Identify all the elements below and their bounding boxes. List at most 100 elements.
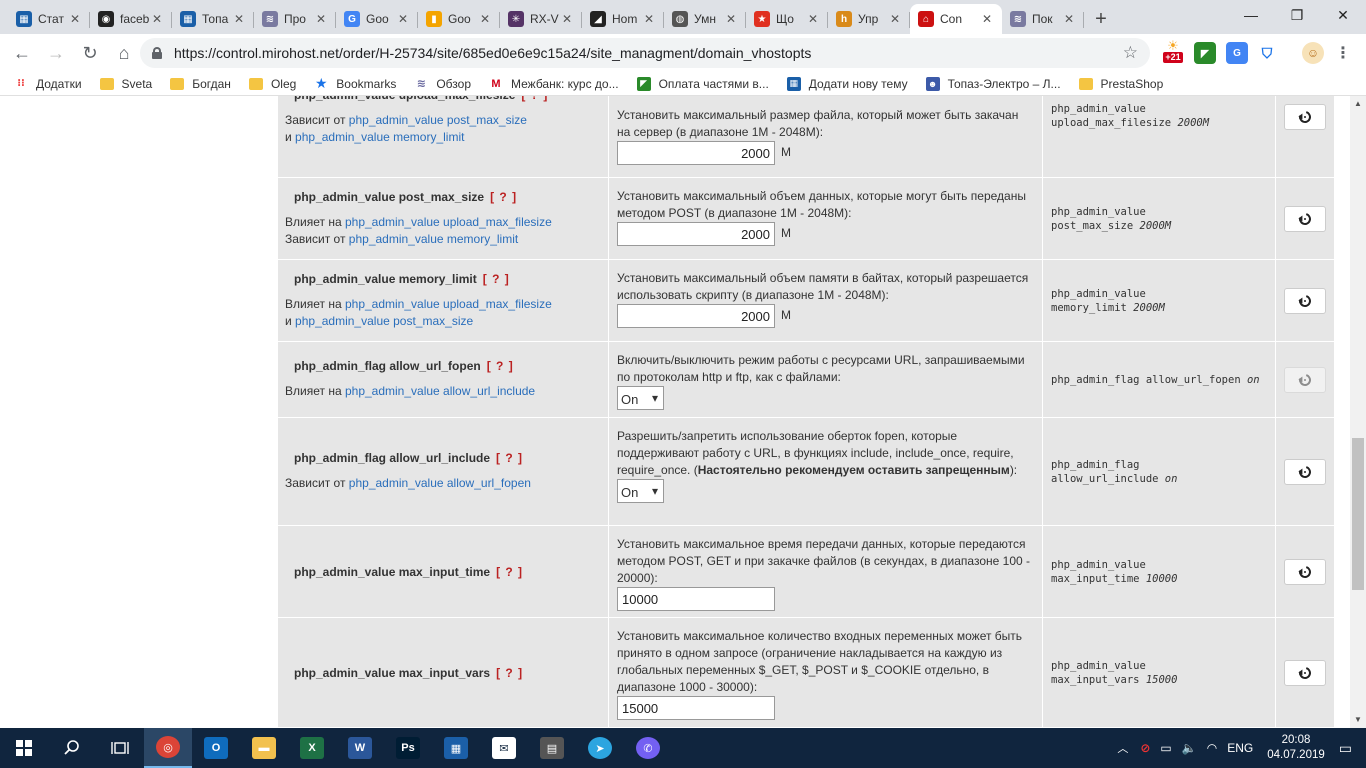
help-link[interactable]: [ ? ] bbox=[487, 359, 514, 373]
tab-close-icon[interactable]: ✕ bbox=[724, 12, 738, 26]
antivirus-icon[interactable]: ⊘ bbox=[1140, 741, 1150, 755]
relation-link[interactable]: php_admin_value allow_url_fopen bbox=[349, 476, 531, 490]
setting-value-select[interactable]: On bbox=[617, 479, 664, 503]
bookmark-item[interactable]: ⁝⁝ Додатки bbox=[14, 77, 81, 91]
tab-1[interactable]: ◉ faceb ✕ bbox=[90, 4, 172, 34]
tab-5[interactable]: ▮ Goo ✕ bbox=[418, 4, 500, 34]
new-tab-button[interactable]: + bbox=[1084, 4, 1118, 34]
clock[interactable]: 20:08 04.07.2019 bbox=[1267, 733, 1325, 763]
tab-2[interactable]: ▦ Топа ✕ bbox=[172, 4, 254, 34]
taskbar-excel[interactable]: X bbox=[288, 728, 336, 768]
tab-12[interactable]: ≋ Пок ✕ bbox=[1002, 4, 1084, 34]
relation-link[interactable]: php_admin_value memory_limit bbox=[295, 130, 464, 144]
back-icon[interactable]: ← bbox=[6, 37, 38, 69]
relation-link[interactable]: php_admin_value memory_limit bbox=[349, 232, 518, 246]
tab-close-icon[interactable]: ✕ bbox=[1062, 12, 1076, 26]
search-icon[interactable] bbox=[48, 728, 96, 768]
bookmark-item[interactable]: ▦ Додати нову тему bbox=[786, 76, 908, 91]
tab-close-icon[interactable]: ✕ bbox=[980, 12, 994, 26]
reset-button[interactable] bbox=[1284, 366, 1326, 393]
scroll-thumb[interactable] bbox=[1352, 438, 1364, 590]
tab-10[interactable]: h Упр ✕ bbox=[828, 4, 910, 34]
taskbar-explorer[interactable]: ▬ bbox=[240, 728, 288, 768]
setting-value-select[interactable]: On bbox=[617, 386, 664, 410]
help-link[interactable]: [ ? ] bbox=[496, 666, 523, 680]
taskbar-outlook[interactable]: O bbox=[192, 728, 240, 768]
bookmark-item[interactable]: Sveta bbox=[99, 77, 152, 91]
reset-button[interactable] bbox=[1284, 458, 1326, 485]
reset-button[interactable] bbox=[1284, 558, 1326, 585]
tab-close-icon[interactable]: ✕ bbox=[560, 12, 574, 26]
taskbar-telegram[interactable]: ➤ bbox=[576, 728, 624, 768]
reset-button[interactable] bbox=[1284, 104, 1326, 130]
windows-start-icon[interactable] bbox=[0, 728, 48, 768]
tab-close-icon[interactable]: ✕ bbox=[232, 12, 246, 26]
bookmark-item[interactable]: ≋ Обзор bbox=[414, 77, 471, 91]
volume-icon[interactable]: 🔈 bbox=[1182, 741, 1197, 755]
tab-6[interactable]: ✳ RX-V ✕ bbox=[500, 4, 582, 34]
taskbar-photoshop[interactable]: Ps bbox=[384, 728, 432, 768]
tab-3[interactable]: ≋ Про ✕ bbox=[254, 4, 336, 34]
tab-close-icon[interactable]: ✕ bbox=[396, 12, 410, 26]
tab-close-icon[interactable]: ✕ bbox=[806, 12, 820, 26]
weather-extension-icon[interactable]: ☀ +21 bbox=[1160, 39, 1186, 63]
setting-value-input[interactable]: 15000 bbox=[617, 696, 775, 720]
relation-link[interactable]: php_admin_value upload_max_filesize bbox=[345, 215, 552, 229]
language-indicator[interactable]: ENG bbox=[1227, 741, 1253, 755]
address-bar[interactable]: https://control.mirohost.net/order/H-257… bbox=[140, 38, 1150, 68]
bookmark-star-icon[interactable]: ☆ bbox=[1123, 43, 1138, 63]
privat-extension-icon[interactable]: ◤ bbox=[1194, 42, 1216, 64]
translate-extension-icon[interactable]: G bbox=[1226, 42, 1248, 64]
forward-icon[interactable]: → bbox=[40, 37, 72, 69]
bookmark-item[interactable]: ◤ Оплата частями в... bbox=[636, 76, 769, 91]
bookmark-item[interactable]: PrestaShop bbox=[1078, 77, 1163, 91]
minimize-button[interactable]: — bbox=[1228, 0, 1274, 30]
restore-button[interactable]: ❐ bbox=[1274, 0, 1320, 30]
reload-icon[interactable]: ↻ bbox=[74, 37, 106, 69]
chevron-up-icon[interactable]: ︿ bbox=[1117, 740, 1128, 756]
notifications-icon[interactable]: ▭ bbox=[1339, 740, 1352, 757]
help-link[interactable]: [ ? ] bbox=[496, 565, 523, 579]
taskbar-calendar[interactable]: ▦ bbox=[432, 728, 480, 768]
tab-close-icon[interactable]: ✕ bbox=[478, 12, 492, 26]
taskbar-chrome[interactable]: ◎ bbox=[144, 728, 192, 768]
tab-close-icon[interactable]: ✕ bbox=[68, 12, 82, 26]
relation-link[interactable]: php_admin_value post_max_size bbox=[349, 113, 527, 127]
tab-close-icon[interactable]: ✕ bbox=[642, 12, 656, 26]
taskbar-word[interactable]: W bbox=[336, 728, 384, 768]
tab-11[interactable]: ⌂ Con ✕ bbox=[910, 4, 1002, 34]
help-link[interactable]: [ ? ] bbox=[483, 272, 510, 286]
setting-value-input[interactable]: 2000 bbox=[617, 141, 775, 165]
tab-9[interactable]: ★ Що ✕ bbox=[746, 4, 828, 34]
tab-0[interactable]: ▦ Стат ✕ bbox=[8, 4, 90, 34]
home-icon[interactable]: ⌂ bbox=[108, 37, 140, 69]
bookmark-item[interactable]: M Межбанк: курс до... bbox=[489, 77, 618, 91]
tab-4[interactable]: G Goo ✕ bbox=[336, 4, 418, 34]
reset-button[interactable] bbox=[1284, 287, 1326, 314]
scroll-down-icon[interactable]: ▼ bbox=[1350, 712, 1366, 728]
battery-icon[interactable]: ▭ bbox=[1160, 741, 1171, 755]
taskbar-calculator[interactable]: ▤ bbox=[528, 728, 576, 768]
bookmark-item[interactable]: Oleg bbox=[248, 77, 296, 91]
setting-value-input[interactable]: 2000 bbox=[617, 222, 775, 246]
bookmark-item[interactable]: ☻ Топаз-Электро – Л... bbox=[925, 76, 1061, 91]
tab-8[interactable]: ◍ Умн ✕ bbox=[664, 4, 746, 34]
network-icon[interactable]: ◠ bbox=[1207, 741, 1217, 755]
bookmark-item[interactable]: Богдан bbox=[170, 77, 231, 91]
setting-value-input[interactable]: 2000 bbox=[617, 304, 775, 328]
close-window-button[interactable]: ✕ bbox=[1320, 0, 1366, 30]
help-link[interactable]: [ ? ] bbox=[521, 96, 548, 102]
relation-link[interactable]: php_admin_value upload_max_filesize bbox=[345, 297, 552, 311]
setting-value-input[interactable]: 10000 bbox=[617, 587, 775, 611]
taskbar-viber[interactable]: ✆ bbox=[624, 728, 672, 768]
tab-close-icon[interactable]: ✕ bbox=[888, 12, 902, 26]
page-scrollbar[interactable]: ▲ ▼ bbox=[1350, 96, 1366, 728]
bookmark-item[interactable]: ★ Bookmarks bbox=[314, 75, 396, 91]
scroll-up-icon[interactable]: ▲ bbox=[1350, 96, 1366, 112]
menu-kebab-icon[interactable]: ⋮ bbox=[1332, 42, 1354, 64]
task-view-icon[interactable] bbox=[96, 728, 144, 768]
reset-button[interactable] bbox=[1284, 659, 1326, 686]
relation-link[interactable]: php_admin_value post_max_size bbox=[295, 314, 473, 328]
taskbar-mail[interactable]: ✉ bbox=[480, 728, 528, 768]
avatar[interactable]: ☺ bbox=[1302, 42, 1324, 64]
